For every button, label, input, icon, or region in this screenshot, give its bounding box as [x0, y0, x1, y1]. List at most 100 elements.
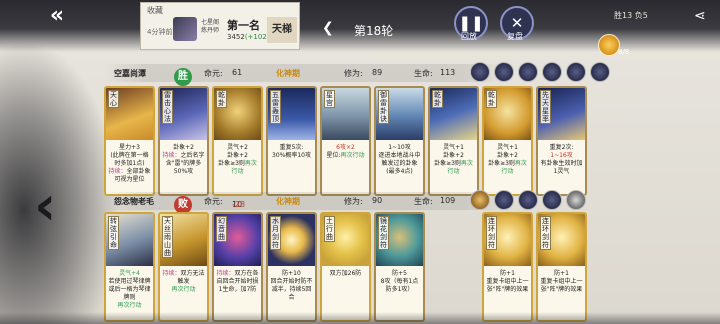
card[interactable]: + 星宫 6攻×2 星位:再次行动	[320, 86, 371, 196]
chevron-left-icon[interactable]: ‹	[34, 176, 70, 236]
buff-icon[interactable]	[518, 62, 538, 82]
bottom-ink-strip	[0, 312, 720, 324]
cultivation-label: 修为:	[344, 69, 363, 78]
card-desc: 双方加26防	[329, 270, 362, 277]
round-label: 第18轮	[354, 24, 394, 38]
card[interactable]: 乾卦 灵气+2 卦象+2 卦象≥3则再次行动	[212, 86, 263, 196]
player1-bar: 空嘉尚潭 胜 命元: 61 化神期 修为: 89 生命: 113	[104, 64, 504, 86]
record-tier: 天梯	[267, 17, 297, 43]
card[interactable]: + 先天星率 重复2次: 1~16攻 有卦象生效时加1灵气	[536, 86, 587, 196]
cultivation-value: 89	[372, 68, 383, 77]
realm: 化神期	[276, 197, 300, 206]
card-name: 五雷轰顶	[270, 90, 281, 124]
card[interactable]: 雷击心法 卦象+2 持续：之后名字含"雷"的牌多50%攻	[158, 86, 209, 196]
hp-label: 生命:	[414, 69, 433, 78]
card-name: 乾卦	[486, 90, 497, 108]
player1-buffs	[470, 62, 610, 82]
card-desc: 灵气+1 卦象+2 卦象≥3则再次行动	[488, 144, 527, 175]
card-name: 连环剑符	[540, 216, 551, 250]
coin-icon	[598, 34, 620, 56]
card-desc: 星力+3 (此牌在第一格时多加1点) 持续：全部卦象可视为星位	[108, 144, 151, 183]
buff-icon[interactable]	[470, 190, 490, 210]
card[interactable]: 镜花剑符 防+5 8攻（每有1点防多1攻）	[374, 212, 425, 322]
buff-icon[interactable]	[494, 190, 514, 210]
hp-value: 109	[440, 196, 456, 205]
prev-round-button[interactable]: ❮	[322, 20, 334, 36]
buff-icon[interactable]	[566, 190, 586, 210]
card-desc: 重复2次: 1~16攻 有卦象生效时加1灵气	[540, 144, 583, 175]
life-value: 61	[232, 68, 243, 77]
card[interactable]: 连环剑符 防+1 重复卡组中上一张"阵"牌的效果	[536, 212, 587, 322]
buff-icon[interactable]	[542, 62, 562, 82]
close-icon: ✕	[510, 14, 524, 32]
card-desc: 灵气+2 卦象+2 卦象≥3则再次行动	[218, 144, 257, 175]
card[interactable]: 天心 星力+3 (此牌在第一格时多加1点) 持续：全部卦象可视为星位	[104, 86, 155, 196]
buff-icon[interactable]	[470, 62, 490, 82]
cultivation-label: 修为:	[344, 197, 363, 206]
buff-icon[interactable]	[494, 62, 514, 82]
card-name: 御雷卦诀	[378, 90, 389, 124]
record-score: 3452(+102)	[227, 33, 270, 41]
life-label: 命元:	[204, 69, 223, 78]
realm: 化神期	[276, 69, 300, 78]
buff-icon[interactable]	[566, 62, 586, 82]
buff-icon[interactable]	[518, 190, 538, 210]
card-name: 乾卦	[432, 90, 443, 108]
buff-icon[interactable]	[542, 190, 562, 210]
card-name: 乾卦	[216, 90, 227, 108]
card-name: 先天星率	[540, 90, 551, 124]
match-record-panel[interactable]: 收藏 4分钟前 七星阁炼丹师 第一名 3452(+102) 天梯	[140, 2, 300, 50]
card[interactable]: 乾卦 灵气+1 卦象+2 卦象≥3则再次行动	[428, 86, 479, 196]
avatar	[173, 17, 197, 41]
card-name: 天丝雨山曲	[162, 216, 173, 258]
card-name: 水月剑符	[270, 216, 281, 250]
card-name: 连环剑符	[486, 216, 497, 250]
hp-value: 113	[440, 68, 456, 77]
card[interactable]: 乾卦 灵气+1 卦象+2 卦象≥3则再次行动	[482, 86, 533, 196]
card[interactable]: 连环剑符 防+1 重复卡组中上一张"阵"牌的效果	[482, 212, 533, 322]
card-name: 土行曲	[324, 216, 335, 242]
card-desc: 6攻×2 星位:再次行动	[326, 144, 365, 159]
pause-icon: ❚❚	[458, 14, 484, 32]
card-desc: 灵气+4 若使用过琴律牌或后一格为琴律牌则 再次行动	[108, 270, 151, 309]
card-desc: 防+10 回合开始时防不减半，持续5回合	[270, 270, 313, 301]
win-badge: 胜	[174, 68, 192, 86]
card[interactable]: 幻音曲 持续：双方在各自回合开始时损1生命，加7防	[212, 212, 263, 322]
card-desc: 持续：双方无法触发 再次行动	[162, 270, 205, 293]
player1-name: 空嘉尚潭	[114, 69, 146, 78]
card-name: 幻音曲	[216, 216, 227, 242]
card-desc: 防+5 8攻（每有1点防多1攻）	[380, 270, 419, 293]
cultivation-value: 90	[372, 196, 383, 205]
score-delta: (+102)	[244, 33, 270, 41]
record-rank: 第一名	[227, 19, 260, 32]
review-label: 复盘	[507, 32, 523, 41]
back-button[interactable]: «	[40, 4, 74, 28]
card-desc: 卦象+2 持续：之后名字含"雷"的牌多50%攻	[162, 144, 205, 175]
card[interactable]: 天丝雨山曲 持续：双方无法触发 再次行动	[158, 212, 209, 322]
card-desc: 持续：双方在各自回合开始时损1生命，加7防	[216, 270, 259, 293]
replay-label: 回放	[461, 32, 477, 41]
card-name: 天心	[108, 90, 119, 108]
card-desc: 灵气+1 卦象+2 卦象≥3则再次行动	[434, 144, 473, 175]
card-desc: 防+1 重复卡组中上一张"阵"牌的效果	[486, 270, 529, 293]
hp-label: 生命:	[414, 197, 433, 206]
player2-name: 怨念物老毛	[114, 197, 154, 206]
card[interactable]: 土行曲 双方加26防	[320, 212, 371, 322]
card-name: 转弦引命	[108, 216, 119, 250]
card-desc: 防+1 重复卡组中上一张"阵"牌的效果	[540, 270, 583, 293]
score-value: 3452	[227, 33, 245, 41]
card[interactable]: 转弦引命 灵气+4 若使用过琴律牌或后一格为琴律牌则 再次行动	[104, 212, 155, 322]
player2-buffs	[470, 190, 586, 210]
card-desc: 重复5次: 30%概率10攻	[272, 144, 311, 159]
coin-count: 8/8	[618, 48, 630, 56]
card-desc: 1~10攻 逐进本地战斗中触发过的卦象(最多4点)	[378, 144, 421, 175]
card[interactable]: 御雷卦诀 1~10攻 逐进本地战斗中触发过的卦象(最多4点)	[374, 86, 425, 196]
card[interactable]: + 五雷轰顶 重复5次: 30%概率10攻	[266, 86, 317, 196]
share-icon[interactable]: ⋖	[694, 8, 706, 24]
buff-icon[interactable]	[590, 62, 610, 82]
player2-bar: 怨念物老毛 败 命元: 10 -28 化神期 修为: 90 生命: 109	[104, 192, 504, 214]
record-time: 4分钟前	[147, 28, 173, 36]
record-name: 七星阁炼丹师	[201, 19, 220, 34]
record-title: 收藏	[147, 6, 163, 15]
card[interactable]: 水月剑符 防+10 回合开始时防不减半，持续5回合	[266, 212, 317, 322]
